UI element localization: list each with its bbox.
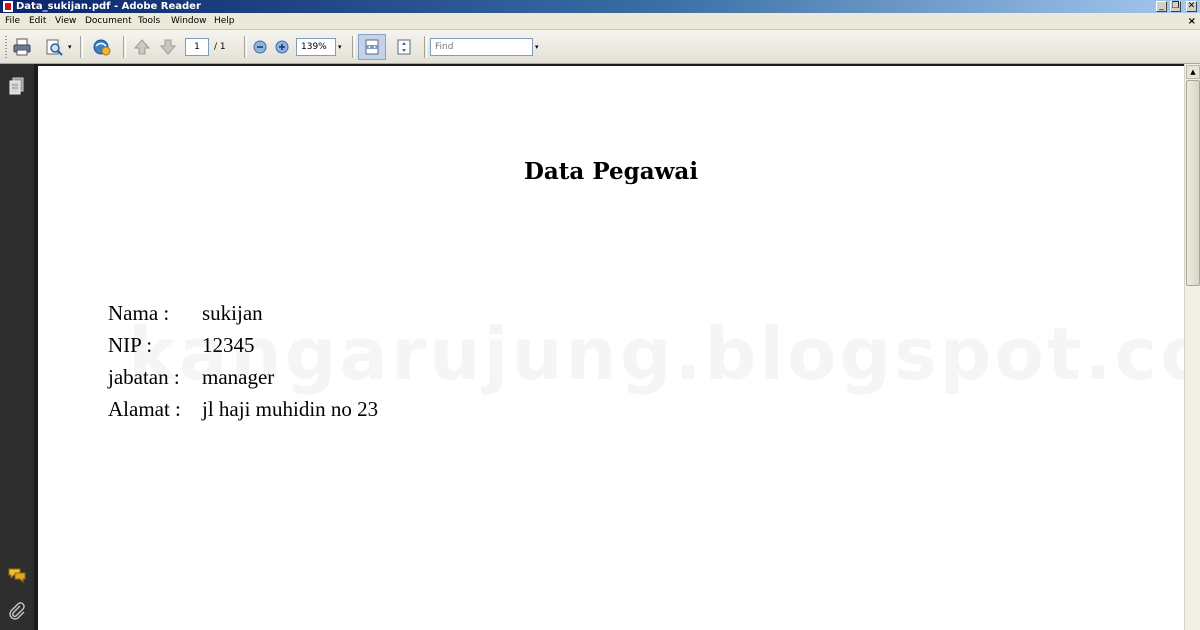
menu-edit[interactable]: Edit (29, 13, 46, 30)
arrow-up-icon[interactable] (132, 37, 152, 57)
title-bar: Data_sukijan.pdf - Adobe Reader _ ❐ ✕ (0, 0, 1200, 13)
toolbar-separator (424, 36, 427, 58)
navigation-pane (0, 64, 34, 630)
page-total: / 1 (214, 42, 226, 52)
printer-icon[interactable] (12, 37, 32, 57)
field-label: NIP : (108, 333, 153, 357)
close-document-button[interactable]: × (1188, 13, 1196, 30)
chevron-down-icon[interactable]: ▾ (68, 38, 72, 56)
close-window-button[interactable]: ✕ (1186, 1, 1197, 12)
field-value: manager (202, 365, 275, 389)
chevron-down-icon[interactable]: ▾ (535, 38, 539, 56)
toolbar-separator (244, 36, 247, 58)
pages-icon[interactable] (7, 76, 27, 96)
toolbar-grip[interactable] (5, 36, 7, 58)
pdf-file-icon (3, 1, 13, 12)
comments-icon[interactable] (7, 564, 27, 584)
toolbar: ▾ 1 / 1 139% ▾ Find ▾ (0, 30, 1200, 64)
find-input[interactable]: Find (430, 38, 533, 56)
zoom-out-icon[interactable] (250, 37, 270, 57)
page-number-input[interactable]: 1 (185, 38, 209, 56)
zoom-in-icon[interactable] (272, 37, 292, 57)
menu-bar: File Edit View Document Tools Window Hel… (0, 13, 1200, 30)
field-value: jl haji muhidin no 23 (202, 397, 379, 421)
collaborate-icon[interactable] (92, 37, 112, 57)
arrow-down-icon[interactable] (158, 37, 178, 57)
paperclip-icon[interactable] (7, 601, 27, 621)
menu-view[interactable]: View (55, 13, 76, 30)
search-document-icon[interactable] (44, 37, 64, 57)
fit-page-icon[interactable] (394, 37, 414, 57)
toolbar-separator (123, 36, 126, 58)
menu-tools[interactable]: Tools (138, 13, 160, 30)
zoom-level-input[interactable]: 139% (296, 38, 336, 56)
document-title: Data Pegawai (523, 158, 699, 185)
window-title: Data_sukijan.pdf - Adobe Reader (16, 1, 201, 12)
minimize-button[interactable]: _ (1156, 1, 1167, 12)
field-label: Alamat : (108, 397, 181, 421)
vertical-scrollbar[interactable]: ▲ (1184, 64, 1200, 630)
field-value: 12345 (202, 333, 255, 357)
menu-document[interactable]: Document (85, 13, 132, 30)
menu-window[interactable]: Window (171, 13, 207, 30)
menu-help[interactable]: Help (214, 13, 235, 30)
fit-width-icon[interactable] (362, 37, 382, 57)
menu-file[interactable]: File (5, 13, 20, 30)
field-value: sukijan (202, 301, 263, 325)
restore-button[interactable]: ❐ (1170, 1, 1181, 12)
scroll-up-button[interactable]: ▲ (1186, 65, 1200, 79)
field-label: jabatan : (108, 365, 180, 389)
chevron-down-icon[interactable]: ▾ (338, 38, 342, 56)
scrollbar-thumb[interactable] (1186, 80, 1200, 286)
toolbar-separator (80, 36, 83, 58)
field-label: Nama : (108, 301, 170, 325)
watermark: kangarujung.blogspot.com (128, 314, 1184, 394)
toolbar-separator (352, 36, 355, 58)
document-page: kangarujung.blogspot.com Data Pegawai Na… (38, 64, 1184, 630)
